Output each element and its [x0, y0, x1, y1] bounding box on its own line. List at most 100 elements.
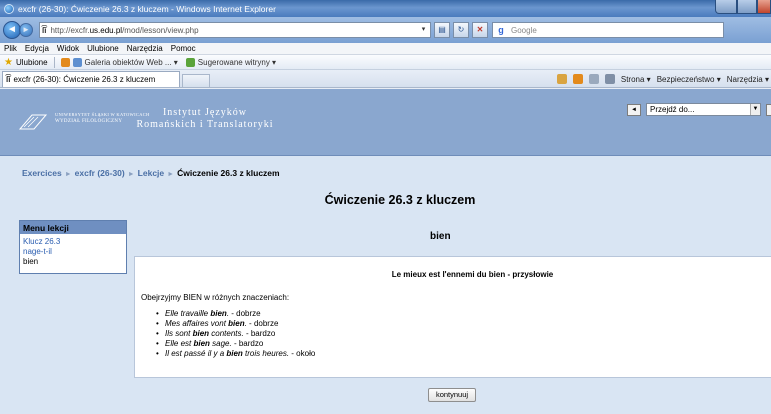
- favorites-divider: [53, 56, 55, 68]
- menu-view[interactable]: Widok: [57, 44, 79, 53]
- tab-favicon-icon: ſ͡ī: [6, 75, 11, 84]
- suggested-sites-icon: [185, 57, 195, 67]
- ie-app-icon: [4, 3, 14, 14]
- window-controls: [715, 0, 771, 15]
- example-text: trois heures.: [242, 349, 290, 358]
- example-translation: - dobrze: [246, 319, 279, 328]
- example-list: Elle travaille bien. - dobrze Mes affair…: [156, 309, 315, 359]
- lesson-menu-heading: Menu lekcji: [20, 221, 126, 234]
- example-text: Mes affaires vont: [165, 319, 229, 328]
- url-domain: us.edu.pl: [89, 25, 123, 35]
- new-tab-button[interactable]: [182, 74, 210, 87]
- favorites-bar: ★ Ulubione Galeria obiektów Web ... ▾ Su…: [0, 55, 771, 70]
- list-item: Elle est bien sage. - bardzo: [156, 339, 315, 349]
- page-title: Ćwiczenie 26.3 z kluczem: [324, 193, 476, 207]
- window-titlebar: excfr (26-30): Ćwiczenie 26.3 z kluczem …: [0, 0, 771, 17]
- favorite-web-gallery-label: Galeria obiektów Web ... ▾: [84, 57, 178, 67]
- mail-icon[interactable]: [588, 74, 599, 84]
- safety-menu[interactable]: Bezpieczeństwo ▾: [657, 75, 721, 84]
- forward-icon[interactable]: ►: [19, 23, 33, 37]
- menu-file[interactable]: Plik: [4, 44, 17, 53]
- url-prefix: http://excfr.: [50, 25, 90, 35]
- example-text: sage.: [209, 339, 232, 348]
- window-title: excfr (26-30): Ćwiczenie 26.3 z kluczem …: [18, 3, 276, 14]
- site-header: UNIWERSYTET ŚLĄSKI W KATOWICACH WYDZIAŁ …: [0, 89, 771, 156]
- breadcrumb-course[interactable]: excfr (26-30): [75, 168, 125, 178]
- tools-menu[interactable]: Narzędzia ▾: [727, 75, 769, 84]
- example-text: contents.: [209, 329, 244, 338]
- maximize-button[interactable]: [737, 0, 757, 14]
- tab-label: excfr (26-30): Ćwiczenie 26.3 z kluczem: [13, 75, 156, 84]
- list-item: Ils sont bien contents. - bardzo: [156, 329, 315, 339]
- lesson-menu-items: Klucz 26.3 nage-t-il bien: [20, 234, 126, 273]
- continue-button[interactable]: kontynuuj: [428, 388, 476, 402]
- menu-bar: Plik Edycja Widok Ulubione Narzędzia Pom…: [0, 43, 771, 55]
- breadcrumb: Exercices ► excfr (26-30) ► Lekcje ► Ćwiczenie…: [22, 168, 280, 178]
- institute-name: Instytut Języków Romańskich i Translator…: [130, 107, 280, 131]
- breadcrumb-current: Ćwiczenie 26.3 z kluczem: [177, 168, 280, 178]
- example-translation: - bardzo: [243, 329, 276, 338]
- url-input[interactable]: ſ͡ī http://excfr. us.edu.pl/mod/lesson/vi…: [39, 22, 431, 38]
- menu-favorites[interactable]: Ulubione: [87, 44, 119, 53]
- menu-edit[interactable]: Edycja: [25, 44, 49, 53]
- menu-help[interactable]: Pomoc: [171, 44, 196, 53]
- url-dropdown-icon[interactable]: ▾: [418, 24, 429, 36]
- example-keyword: bien: [226, 349, 243, 358]
- page-menu[interactable]: Strona ▾: [621, 75, 651, 84]
- list-item: Il est passé il y a bien trois heures. -…: [156, 349, 315, 359]
- prev-activity-button[interactable]: ◄: [627, 103, 641, 116]
- jump-to-select[interactable]: Przejdź do... ▼: [646, 103, 761, 116]
- add-favorite-icon[interactable]: [60, 57, 70, 67]
- home-icon[interactable]: [556, 74, 567, 84]
- tab-current[interactable]: ſ͡ī excfr (26-30): Ćwiczenie 26.3 z kluc…: [2, 71, 180, 87]
- example-keyword: bien: [192, 329, 210, 338]
- favorite-suggested-sites-label: Sugerowane witryny ▾: [197, 57, 277, 67]
- print-icon[interactable]: [604, 74, 615, 84]
- breadcrumb-lessons[interactable]: Lekcje: [138, 168, 164, 178]
- favorite-web-gallery[interactable]: Galeria obiektów Web ... ▾: [72, 57, 178, 67]
- favorite-suggested-sites[interactable]: Sugerowane witryny ▾: [185, 57, 277, 67]
- example-keyword: bien: [228, 319, 245, 328]
- next-activity-button[interactable]: ►: [766, 103, 771, 116]
- refresh-icon[interactable]: ↻: [453, 22, 469, 38]
- jump-to-value: Przejdź do...: [650, 105, 695, 114]
- minimize-button[interactable]: [715, 0, 737, 14]
- lesson-content: Le mieux est l'ennemi du bien - przysłow…: [134, 256, 771, 378]
- web-page: UNIWERSYTET ŚLĄSKI W KATOWICACH WYDZIAŁ …: [0, 89, 771, 414]
- breadcrumb-exercices[interactable]: Exercices: [22, 168, 62, 178]
- university-logo-icon: [18, 114, 48, 130]
- list-item: Mes affaires vont bien. - dobrze: [156, 319, 315, 329]
- jump-navigation: ◄ Przejdź do... ▼ ►: [627, 103, 771, 116]
- example-translation: - bardzo: [231, 339, 264, 348]
- address-bar: ◄ ► ſ͡ī http://excfr. us.edu.pl/mod/lesso…: [0, 17, 771, 43]
- web-gallery-icon: [72, 57, 82, 67]
- lesson-menu-item[interactable]: nage-t-il: [20, 247, 126, 257]
- example-keyword: bien: [193, 339, 210, 348]
- example-text: Elle travaille: [165, 309, 211, 318]
- site-favicon-icon: ſ͡ī: [42, 25, 47, 35]
- stop-icon[interactable]: ✕: [472, 22, 488, 38]
- close-button[interactable]: [757, 0, 771, 14]
- command-bar: Strona ▾ Bezpieczeństwo ▾ Narzędzia ▾: [551, 72, 769, 86]
- search-input[interactable]: g Google: [492, 22, 724, 38]
- breadcrumb-separator: ►: [127, 171, 135, 178]
- institute-line2: Romańskich i Translatoryki: [136, 119, 274, 130]
- url-suffix: /mod/lesson/view.php: [122, 25, 199, 35]
- example-text: Ils sont: [165, 329, 193, 338]
- favorites-button[interactable]: Ulubione: [16, 58, 48, 67]
- example-text: Il est passé il y a: [165, 349, 227, 358]
- chevron-down-icon: ▼: [750, 104, 760, 115]
- feeds-icon[interactable]: [572, 74, 583, 84]
- content-title: Le mieux est l'ennemi du bien - przysłow…: [391, 270, 554, 279]
- example-translation: - dobrze: [229, 309, 261, 318]
- breadcrumb-separator: ►: [64, 171, 72, 178]
- menu-tools[interactable]: Narzędzia: [127, 44, 163, 53]
- institute-line1: Instytut Języków: [162, 107, 248, 118]
- list-item: Elle travaille bien. - dobrze: [156, 309, 315, 319]
- content-intro: Obejrzyjmy BIEN w różnych znaczeniach:: [141, 293, 290, 302]
- favorites-star-icon: ★: [4, 56, 13, 68]
- compat-view-icon[interactable]: ▤: [434, 22, 450, 38]
- google-icon: g: [495, 24, 507, 36]
- lesson-menu: Menu lekcji Klucz 26.3 nage-t-il bien: [19, 220, 127, 274]
- lesson-menu-item[interactable]: Klucz 26.3: [20, 237, 126, 247]
